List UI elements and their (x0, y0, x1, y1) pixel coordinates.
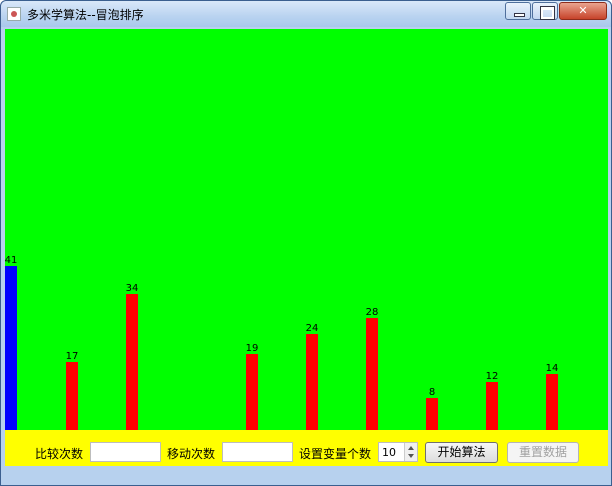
bar-value-label: 24 (305, 323, 319, 334)
data-bar (366, 318, 378, 430)
window-frame-bottom (1, 466, 611, 485)
move-count-label: 移动次数 (167, 447, 216, 461)
close-icon: ✕ (578, 4, 588, 17)
bar-value-label: 28 (365, 307, 379, 318)
data-bar (5, 266, 17, 430)
data-bar (486, 382, 498, 430)
minimize-button[interactable] (505, 2, 531, 20)
start-algorithm-button[interactable]: 开始算法 (425, 442, 498, 463)
maximize-button[interactable] (532, 2, 558, 20)
data-bar (546, 374, 558, 430)
window-title: 多米学算法--冒泡排序 (27, 8, 144, 22)
move-count-field[interactable] (222, 442, 293, 462)
bar-value-label: 41 (5, 255, 18, 266)
control-panel: 比较次数 移动次数 设置变量个数 10 开始算法 重置数据 (5, 430, 608, 466)
bar-value-label: 19 (245, 343, 259, 354)
variable-count-label: 设置变量个数 (299, 447, 372, 461)
data-bar (66, 362, 78, 430)
data-bar (246, 354, 258, 430)
data-bar (426, 398, 438, 430)
bar-value-label: 12 (485, 371, 499, 382)
app-window: 多米学算法--冒泡排序 ✕ 41 17 34 19 24 28 8 12 14 比较次数 移动次… (0, 0, 612, 486)
title-bar[interactable]: 多米学算法--冒泡排序 ✕ (1, 1, 611, 27)
compare-count-field[interactable] (90, 442, 161, 462)
minimize-icon (514, 13, 525, 17)
variable-count-spinner[interactable]: 10 (378, 442, 418, 462)
close-button[interactable]: ✕ (559, 2, 607, 20)
maximize-icon (540, 6, 555, 20)
reset-data-button[interactable]: 重置数据 (507, 442, 579, 463)
data-bar (306, 334, 318, 430)
spinner-up-icon[interactable] (408, 446, 414, 450)
variable-count-value: 10 (382, 446, 396, 459)
bar-value-label: 8 (428, 387, 436, 398)
data-bar (126, 294, 138, 430)
sort-canvas: 41 17 34 19 24 28 8 12 14 (5, 29, 608, 430)
bar-value-label: 14 (545, 363, 559, 374)
bar-value-label: 34 (125, 283, 139, 294)
spinner-arrows[interactable] (404, 443, 417, 461)
bar-value-label: 17 (65, 351, 79, 362)
app-icon (7, 7, 21, 21)
compare-count-label: 比较次数 (35, 447, 84, 461)
spinner-down-icon[interactable] (408, 454, 414, 458)
